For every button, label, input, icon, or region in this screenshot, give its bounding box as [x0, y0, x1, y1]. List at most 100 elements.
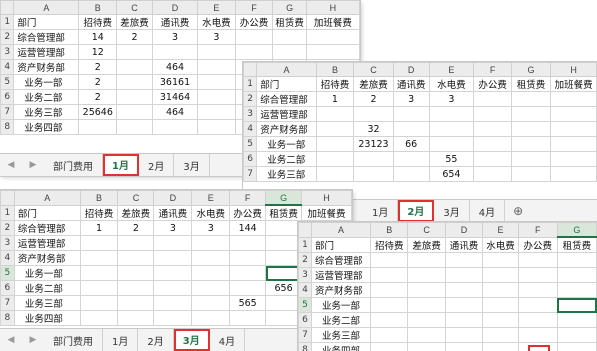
- cell-f3[interactable]: [517, 267, 558, 283]
- column-header-a[interactable]: A: [13, 190, 81, 206]
- cell-b2[interactable]: 1: [79, 220, 119, 236]
- cell-a8[interactable]: 业务四部: [13, 310, 81, 326]
- cell-g5[interactable]: [510, 136, 552, 152]
- row-header[interactable]: 7: [0, 295, 15, 311]
- select-all-corner[interactable]: [243, 62, 258, 77]
- column-header-g[interactable]: G: [556, 222, 597, 238]
- header-cell-c[interactable]: 差旅费: [116, 14, 153, 30]
- column-header-d[interactable]: D: [153, 190, 193, 206]
- cell-g8[interactable]: [265, 310, 303, 326]
- cell-d3[interactable]: [392, 106, 430, 122]
- column-header-c[interactable]: C: [407, 222, 446, 238]
- cell-d2[interactable]: 3: [153, 220, 193, 236]
- tab-scroll-right-icon[interactable]: ▶: [30, 335, 37, 345]
- column-header-a[interactable]: A: [13, 0, 80, 15]
- sheet-tab-feb[interactable]: 2月: [398, 200, 435, 222]
- column-header-e[interactable]: E: [482, 222, 519, 238]
- column-header-e[interactable]: E: [191, 190, 231, 206]
- column-header-d[interactable]: D: [392, 62, 430, 77]
- sheet-tab-jan[interactable]: 1月: [363, 200, 399, 222]
- sheet-tab-jan[interactable]: 1月: [103, 329, 139, 351]
- cell-e7[interactable]: [191, 295, 231, 311]
- column-header-h[interactable]: H: [305, 0, 360, 15]
- cell-b6[interactable]: 2: [78, 89, 118, 105]
- row-header[interactable]: 3: [298, 267, 312, 283]
- column-header-a[interactable]: A: [310, 222, 372, 238]
- row-header[interactable]: 6: [243, 151, 258, 167]
- cell-g2[interactable]: [556, 252, 597, 268]
- cell-d4[interactable]: 464: [151, 59, 199, 75]
- sheet-tab-bumen-feiyong[interactable]: 部门费用: [44, 154, 103, 176]
- cell-d5[interactable]: [444, 297, 484, 313]
- row-header[interactable]: 2: [298, 252, 312, 268]
- row-header[interactable]: 4: [243, 121, 258, 137]
- cell-a3[interactable]: 运营管理部: [310, 267, 372, 283]
- cell-f2[interactable]: 144: [229, 220, 267, 236]
- cell-b8[interactable]: [370, 342, 409, 351]
- row-header[interactable]: 6: [0, 89, 15, 105]
- cell-e6[interactable]: [197, 89, 236, 105]
- header-cell-h[interactable]: 加班餐费: [301, 204, 352, 221]
- cell-a7[interactable]: 业务三部: [13, 295, 81, 311]
- cell-b5[interactable]: 2: [78, 74, 118, 90]
- cell-e5[interactable]: [428, 136, 475, 152]
- cell-g7[interactable]: [556, 327, 597, 343]
- header-cell-g[interactable]: 租赁费: [510, 76, 552, 92]
- cell-f2[interactable]: [234, 29, 274, 45]
- sheet-tab-feb[interactable]: 2月: [139, 154, 175, 176]
- cell-c7[interactable]: [353, 166, 394, 182]
- row-header[interactable]: 1: [0, 204, 15, 221]
- column-header-c[interactable]: C: [117, 190, 155, 206]
- cell-b6[interactable]: [370, 312, 409, 328]
- column-header-e[interactable]: E: [428, 62, 475, 77]
- cell-f4[interactable]: [517, 282, 558, 298]
- cell-c8[interactable]: [407, 342, 446, 351]
- cell-e7[interactable]: 654: [428, 166, 475, 182]
- row-header[interactable]: 5: [0, 265, 15, 281]
- cell-e3[interactable]: [191, 235, 231, 251]
- cell-g2[interactable]: [510, 91, 552, 107]
- cell-g6[interactable]: 656: [265, 280, 303, 296]
- row-header[interactable]: 8: [0, 119, 15, 135]
- row-header[interactable]: 7: [243, 166, 258, 182]
- cell-f6[interactable]: [517, 312, 558, 328]
- tab-scroll-controls[interactable]: ◀ ▶: [0, 154, 44, 176]
- cell-e3[interactable]: [197, 44, 236, 60]
- row-header[interactable]: 1: [298, 236, 312, 253]
- cell-e8[interactable]: [191, 310, 231, 326]
- cell-c4[interactable]: [117, 250, 155, 266]
- header-cell-a[interactable]: 部门: [310, 236, 372, 253]
- cell-e7[interactable]: [482, 327, 519, 343]
- header-cell-a[interactable]: 部门: [13, 204, 81, 221]
- cell-c2[interactable]: 2: [116, 29, 153, 45]
- plus-circle-icon[interactable]: ⊕: [505, 200, 531, 222]
- cell-a2[interactable]: 综合管理部: [310, 252, 372, 268]
- cell-c6[interactable]: [117, 280, 155, 296]
- row-header[interactable]: 3: [0, 44, 15, 60]
- header-cell-f[interactable]: 办公费: [473, 76, 512, 92]
- cell-c6[interactable]: [407, 312, 446, 328]
- cell-e2[interactable]: 3: [428, 91, 475, 107]
- header-cell-d[interactable]: 通讯费: [153, 204, 193, 221]
- cell-e5[interactable]: [197, 74, 236, 90]
- cell-d4[interactable]: [444, 282, 484, 298]
- row-header[interactable]: 4: [298, 282, 312, 298]
- cell-g8[interactable]: [556, 342, 597, 351]
- row-header[interactable]: 7: [0, 104, 15, 120]
- cell-c3[interactable]: [353, 106, 394, 122]
- cell-e2[interactable]: 3: [197, 29, 236, 45]
- sheet-tab-mar[interactable]: 3月: [174, 154, 210, 176]
- cell-f4[interactable]: [473, 121, 512, 137]
- header-cell-e[interactable]: 水电费: [197, 14, 236, 30]
- cell-c3[interactable]: [407, 267, 446, 283]
- row-header[interactable]: 5: [243, 136, 258, 152]
- cell-b3[interactable]: [79, 235, 119, 251]
- cell-g6[interactable]: [556, 312, 597, 328]
- cell-e6[interactable]: 55: [428, 151, 475, 167]
- header-cell-e[interactable]: 水电费: [191, 204, 231, 221]
- cell-a8[interactable]: 业务四部: [13, 119, 80, 135]
- row-header[interactable]: 2: [0, 29, 15, 45]
- header-cell-e[interactable]: 水电费: [482, 236, 519, 253]
- cell-c2[interactable]: 2: [117, 220, 155, 236]
- header-cell-a[interactable]: 部门: [13, 14, 80, 30]
